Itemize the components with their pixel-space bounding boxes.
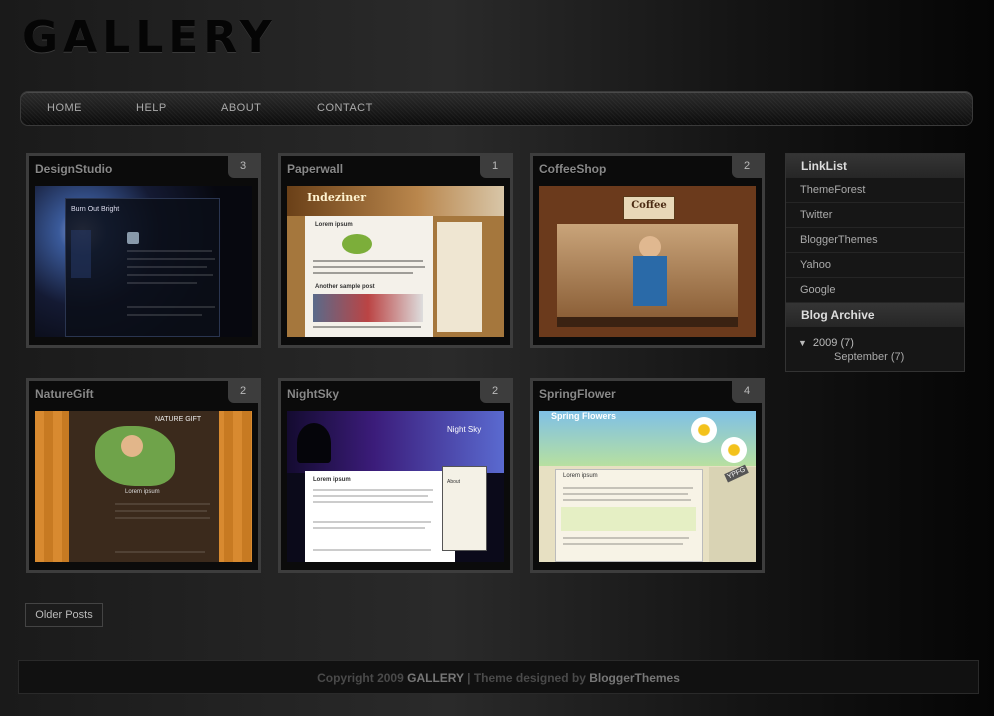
comment-count[interactable]: 2 bbox=[228, 381, 258, 403]
thumb-post: Lorem ipsum bbox=[313, 477, 351, 483]
post-title[interactable]: DesignStudio bbox=[35, 162, 112, 176]
comment-count[interactable]: 3 bbox=[228, 156, 258, 178]
post-thumbnail[interactable]: Burn Out Bright bbox=[35, 186, 252, 337]
archive-year[interactable]: ▼ 2009 (7) bbox=[786, 327, 964, 349]
post-card-coffeeshop[interactable]: CoffeeShop 2 Coffee bbox=[530, 153, 765, 348]
thumb-heading: Night Sky bbox=[447, 425, 482, 434]
thumb-post: Lorem ipsum bbox=[125, 489, 160, 495]
post-title[interactable]: SpringFlower bbox=[539, 387, 616, 401]
post-title[interactable]: Paperwall bbox=[287, 162, 343, 176]
post-card-designstudio[interactable]: DesignStudio 3 Burn Out Bright bbox=[26, 153, 261, 348]
nav-contact[interactable]: CONTACT bbox=[317, 102, 373, 114]
thumb-logo: Indeziner bbox=[307, 191, 367, 204]
thumb-post: Lorem ipsum bbox=[563, 473, 598, 479]
post-thumbnail[interactable]: Coffee bbox=[539, 186, 756, 337]
post-title[interactable]: CoffeeShop bbox=[539, 162, 606, 176]
archive-month[interactable]: September (7) bbox=[786, 349, 964, 363]
thumb-side-title: About bbox=[447, 479, 461, 485]
post-title[interactable]: NightSky bbox=[287, 387, 339, 401]
nav-home[interactable]: HOME bbox=[47, 102, 82, 114]
sidebar-link-twitter[interactable]: Twitter bbox=[786, 203, 964, 228]
post-card-naturegift[interactable]: NatureGift 2 NATURE GIFT Lorem ipsum bbox=[26, 378, 261, 573]
nav-help[interactable]: HELP bbox=[136, 102, 167, 114]
post-thumbnail[interactable]: NATURE GIFT Lorem ipsum bbox=[35, 411, 252, 562]
sidebar: LinkList ThemeForest Twitter BloggerThem… bbox=[785, 153, 965, 372]
post-thumbnail[interactable]: Spring Flowers Lorem ipsum YPFG bbox=[539, 411, 756, 562]
thumb-heading: NATURE GIFT bbox=[155, 416, 202, 423]
footer-copyright: Copyright 2009 bbox=[317, 671, 404, 685]
post-card-springflower[interactable]: SpringFlower 4 Spring Flowers Lorem ipsu… bbox=[530, 378, 765, 573]
comment-count[interactable]: 1 bbox=[480, 156, 510, 178]
archive-title: Blog Archive bbox=[786, 303, 964, 327]
older-posts-button[interactable]: Older Posts bbox=[25, 603, 103, 627]
triangle-down-icon[interactable]: ▼ bbox=[798, 338, 807, 348]
sidebar-link-themeforest[interactable]: ThemeForest bbox=[786, 178, 964, 203]
thumb-heading: Spring Flowers bbox=[551, 411, 617, 421]
footer: Copyright 2009 GALLERY | Theme designed … bbox=[18, 660, 979, 694]
post-card-paperwall[interactable]: Paperwall 1 Indeziner Lorem ipsum Anothe… bbox=[278, 153, 513, 348]
footer-site-link[interactable]: GALLERY bbox=[407, 671, 464, 685]
post-thumbnail[interactable]: Indeziner Lorem ipsum Another sample pos… bbox=[287, 186, 504, 337]
comment-count[interactable]: 4 bbox=[732, 381, 762, 403]
main-nav: HOME HELP ABOUT CONTACT bbox=[20, 91, 973, 126]
thumb-post-2: Another sample post bbox=[315, 284, 375, 290]
thumb-heading: Burn Out Bright bbox=[71, 206, 120, 213]
post-thumbnail[interactable]: Night Sky About Lorem ipsum bbox=[287, 411, 504, 562]
archive-year-label[interactable]: 2009 (7) bbox=[813, 337, 854, 349]
thumb-post-1: Lorem ipsum bbox=[315, 222, 353, 228]
sidebar-link-bloggerthemes[interactable]: BloggerThemes bbox=[786, 228, 964, 253]
footer-designer-link[interactable]: BloggerThemes bbox=[589, 671, 680, 685]
comment-count[interactable]: 2 bbox=[732, 156, 762, 178]
sidebar-link-google[interactable]: Google bbox=[786, 278, 964, 303]
footer-designed-by: | Theme designed by bbox=[467, 671, 586, 685]
post-card-nightsky[interactable]: NightSky 2 Night Sky About Lorem ipsum bbox=[278, 378, 513, 573]
post-title[interactable]: NatureGift bbox=[35, 387, 94, 401]
nav-about[interactable]: ABOUT bbox=[221, 102, 261, 114]
linklist-title: LinkList bbox=[786, 154, 964, 178]
thumb-logo: Coffee bbox=[631, 200, 667, 211]
comment-count[interactable]: 2 bbox=[480, 381, 510, 403]
site-title[interactable]: GALLERY bbox=[22, 12, 277, 63]
sidebar-link-yahoo[interactable]: Yahoo bbox=[786, 253, 964, 278]
